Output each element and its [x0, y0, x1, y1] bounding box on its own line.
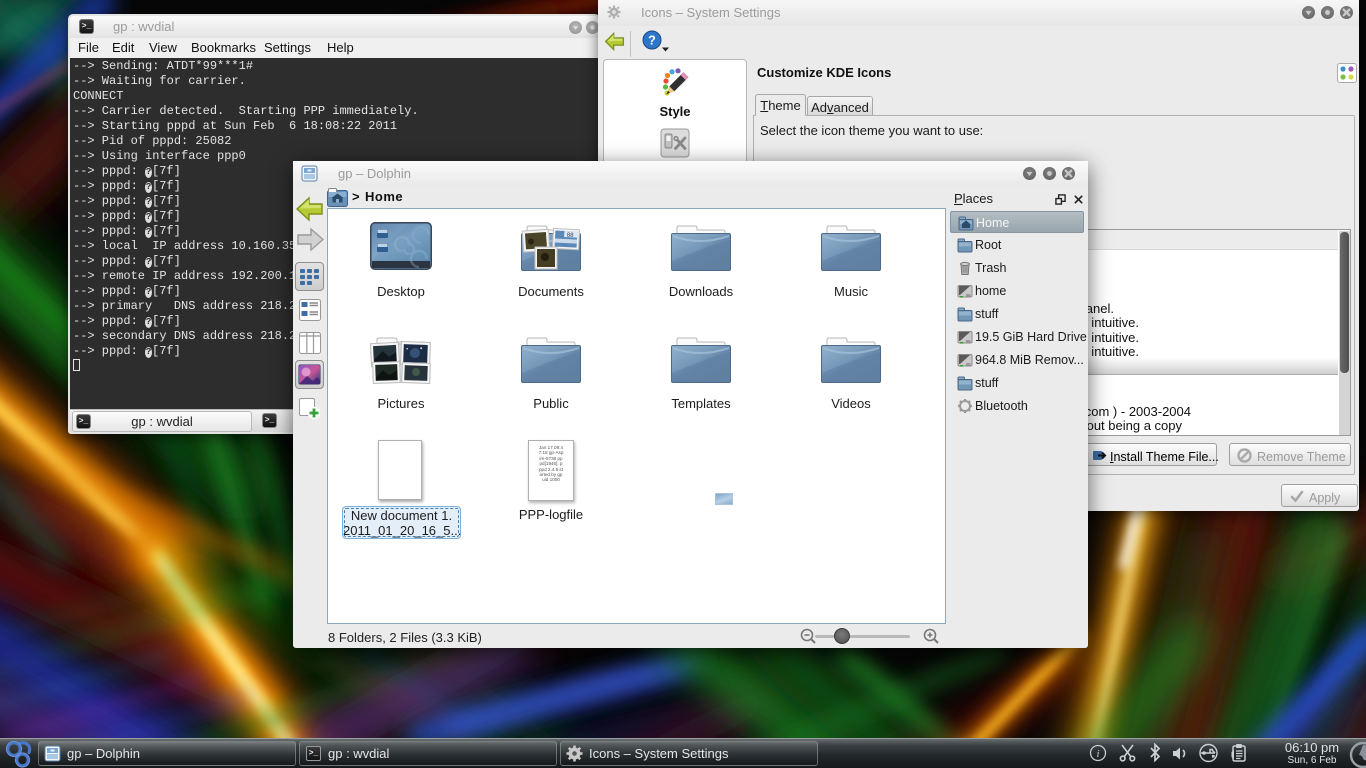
svg-text:i: i [1096, 748, 1099, 760]
svg-text:?: ? [648, 34, 656, 48]
svg-text:88: 88 [567, 233, 575, 239]
